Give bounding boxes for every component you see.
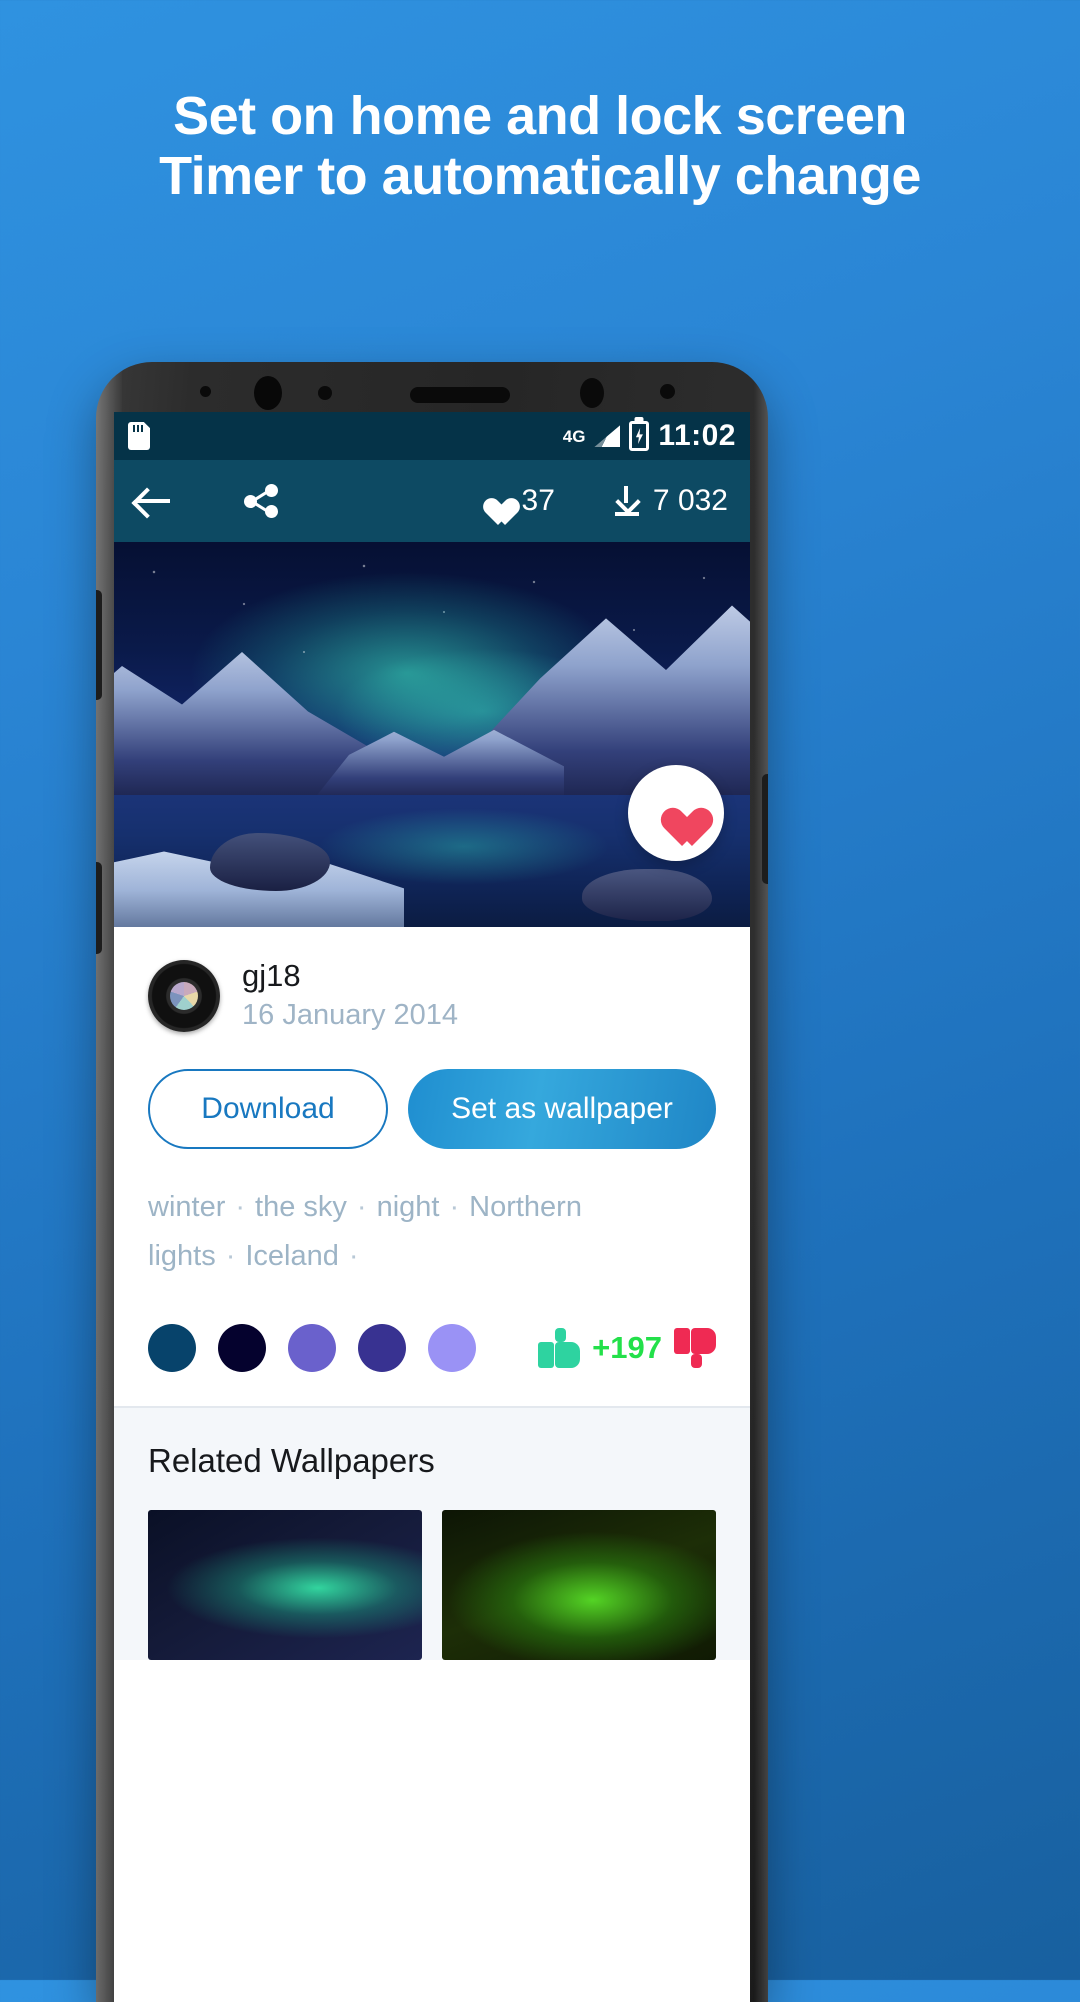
volume-up-button[interactable] (96, 590, 102, 700)
tag-separator: · (348, 1240, 359, 1273)
author-row[interactable]: gj18 16 January 2014 (148, 957, 716, 1035)
heart-icon (478, 487, 510, 516)
upload-date: 16 January 2014 (242, 998, 459, 1031)
tag-item[interactable]: night (377, 1191, 440, 1223)
related-wallpaper-thumbnail[interactable] (442, 1510, 716, 1661)
promo-headline-line1: Set on home and lock screen (173, 86, 907, 146)
tag-separator: · (225, 1240, 236, 1273)
download-stat[interactable]: 7 032 (613, 484, 728, 518)
action-buttons: Download Set as wallpaper (148, 1068, 716, 1149)
related-wallpaper-thumbnail[interactable] (148, 1510, 422, 1661)
share-icon[interactable] (244, 484, 278, 518)
color-swatch[interactable] (148, 1324, 196, 1373)
like-stat[interactable]: 37 (478, 484, 555, 518)
phone-sensor-cluster (114, 362, 750, 412)
status-bar: 4G 11:02 (114, 412, 750, 460)
author-info: gj18 16 January 2014 (242, 957, 458, 1035)
toolbar-stats: 37 7 032 (478, 484, 728, 518)
heart-filled-icon (653, 792, 699, 834)
tag-separator: · (449, 1190, 460, 1223)
tag-item[interactable]: Iceland (245, 1240, 339, 1272)
front-camera-icon (254, 376, 282, 410)
thumbs-down-icon[interactable] (674, 1328, 716, 1369)
signal-bars-icon (594, 425, 621, 447)
status-bar-left (128, 422, 150, 450)
vote-count: +197 (592, 1330, 662, 1366)
download-button[interactable]: Download (148, 1068, 388, 1149)
related-wallpapers-title: Related Wallpapers (148, 1442, 435, 1480)
tag-item[interactable]: the sky (255, 1191, 347, 1223)
vote-controls: +197 (538, 1328, 716, 1369)
phone-edge-right (754, 362, 768, 2002)
favorite-fab-button[interactable] (628, 765, 724, 861)
volume-down-button[interactable] (96, 862, 102, 954)
like-count: 37 (521, 484, 555, 517)
foreground-rock-right (582, 869, 712, 921)
tag-list: winter · the sky · night · Northern lights · Ice… (148, 1183, 708, 1283)
color-palette (148, 1324, 476, 1373)
palette-and-votes: +197 (148, 1324, 716, 1406)
sd-card-icon (128, 422, 150, 450)
battery-charging-icon (629, 421, 650, 451)
color-swatch[interactable] (218, 1324, 266, 1373)
network-type-label: 4G (562, 426, 586, 446)
related-wallpapers-section: Related Wallpapers (114, 1408, 750, 1661)
tag-separator: · (235, 1190, 246, 1223)
wallpaper-details: gj18 16 January 2014 Download Set as wal… (114, 927, 750, 1407)
color-swatch[interactable] (288, 1324, 336, 1373)
tag-item[interactable]: winter (148, 1191, 225, 1223)
status-bar-clock: 11:02 (658, 419, 736, 452)
related-wallpapers-grid (148, 1510, 716, 1661)
camera-lens-avatar (148, 959, 220, 1032)
promo-headline-line2: Timer to automatically change (159, 146, 921, 207)
promo-headline: Set on home and lock screen Timer to aut… (0, 86, 1080, 207)
secondary-camera-icon (580, 378, 604, 408)
arrow-back-icon[interactable] (136, 487, 170, 515)
earpiece-speaker-icon (410, 387, 510, 403)
download-icon (613, 486, 641, 516)
phone-screen: 4G 11:02 37 7 032 gj18 16 January 2014 D… (114, 412, 750, 2002)
download-count: 7 032 (652, 484, 728, 517)
color-swatch[interactable] (428, 1324, 476, 1373)
proximity-sensor-icon (318, 386, 332, 400)
color-swatch[interactable] (358, 1324, 406, 1373)
thumbs-up-icon[interactable] (538, 1328, 581, 1369)
phone-mockup: 4G 11:02 37 7 032 gj18 16 January 2014 D… (96, 362, 768, 2002)
power-button[interactable] (762, 774, 768, 884)
wallpaper-preview[interactable] (114, 542, 750, 927)
author-name: gj18 (242, 958, 301, 993)
set-as-wallpaper-button[interactable]: Set as wallpaper (408, 1068, 716, 1149)
sensor-dot-icon (200, 386, 211, 397)
tag-separator: · (356, 1190, 367, 1223)
app-toolbar: 37 7 032 (114, 460, 750, 542)
light-sensor-icon (660, 384, 675, 399)
status-bar-right: 4G 11:02 (563, 419, 736, 453)
